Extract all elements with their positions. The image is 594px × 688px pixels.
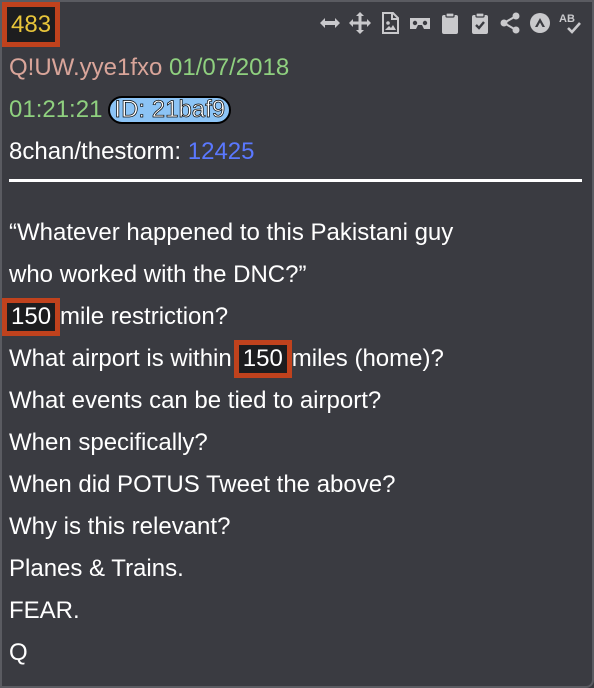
post-number[interactable]: 483 (2, 2, 61, 47)
post-time: 01:21:21 (9, 96, 103, 123)
body-line-3-text: mile restriction? (60, 303, 229, 330)
body-line-3: 150 mile restriction? (2, 298, 229, 336)
body-line-6: When specifically? (9, 429, 208, 456)
body-line-10: FEAR. (9, 597, 80, 624)
body-line-7: When did POTUS Tweet the above? (9, 471, 396, 498)
body-line-4-pre: What airport is within (9, 345, 232, 372)
thread-link[interactable]: 12425 (188, 138, 255, 165)
post-toolbar: AB (318, 11, 582, 35)
post-date: 01/07/2018 (169, 54, 290, 81)
clipboard-icon[interactable] (438, 11, 462, 35)
up-arrow-circle-icon[interactable] (528, 11, 552, 35)
resize-icon[interactable] (318, 11, 342, 35)
spellcheck-icon[interactable]: AB (558, 11, 582, 35)
poster-id-badge[interactable]: ID: 21baf9 (108, 96, 232, 124)
body-line-5: What events can be tied to airport? (9, 387, 382, 414)
board-name: 8chan/thestorm: (9, 138, 182, 165)
body-line-11: Q (9, 639, 28, 666)
body-line-2: who worked with the DNC?” (9, 261, 307, 288)
highlight-150-first: 150 (2, 298, 61, 336)
vr-glasses-icon[interactable] (408, 11, 432, 35)
post-author-line: Q!UW.yye1fxo 01/07/2018 (9, 54, 289, 82)
post-card: 483 AB Q!UW.yye1fxo 01/07/2018 01:21:21 … (0, 0, 594, 688)
post-board-line: 8chan/thestorm: 12425 (9, 138, 255, 166)
body-line-1: “Whatever happened to this Pakistani guy (9, 219, 454, 246)
svg-text:AB: AB (559, 13, 575, 25)
body-line-4-post: miles (home)? (291, 345, 444, 372)
body-line-8: Why is this relevant? (9, 513, 231, 540)
image-file-icon[interactable] (378, 11, 402, 35)
clipboard-check-icon[interactable] (468, 11, 492, 35)
post-time-line: 01:21:21 ID: 21baf9 (9, 96, 232, 124)
post-author: Q!UW.yye1fxo (9, 54, 163, 81)
body-line-9: Planes & Trains. (9, 555, 184, 582)
highlight-150-second: 150 (233, 340, 292, 378)
body-line-4: What airport is within 150 miles (home)? (9, 340, 444, 378)
share-icon[interactable] (498, 11, 522, 35)
move-icon[interactable] (348, 11, 372, 35)
divider (9, 179, 582, 182)
